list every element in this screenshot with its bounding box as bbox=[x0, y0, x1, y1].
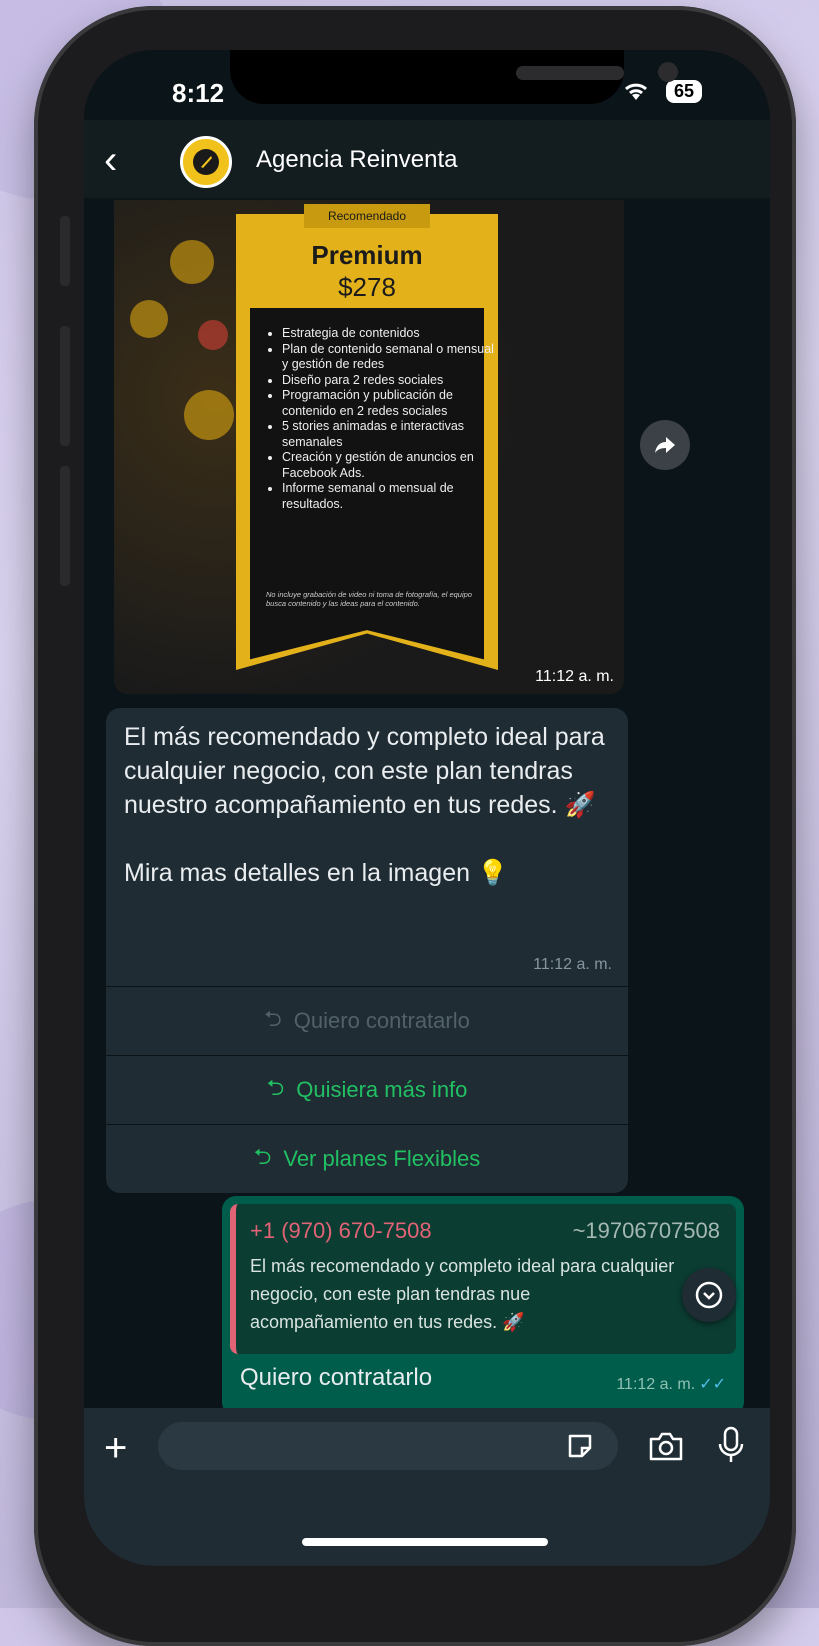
front-camera bbox=[658, 62, 678, 82]
feature-item: 5 stories animadas e interactivas semana… bbox=[282, 419, 498, 450]
message-input[interactable] bbox=[158, 1422, 618, 1470]
status-time: 8:12 bbox=[172, 78, 225, 108]
camera-icon[interactable] bbox=[648, 1430, 684, 1462]
chat-title[interactable]: Agencia Reinventa bbox=[256, 146, 457, 174]
message-text: Quiero contratarlo bbox=[240, 1364, 433, 1391]
microphone-icon[interactable] bbox=[718, 1426, 744, 1464]
message-time: 11:12 a. m. bbox=[535, 668, 614, 685]
wifi-icon bbox=[622, 80, 650, 108]
composer-bar: + bbox=[84, 1408, 770, 1566]
battery-indicator: 65 bbox=[666, 80, 703, 103]
quoted-number: ~19706707508 bbox=[572, 1218, 720, 1243]
reply-arrow-icon: ⮌ bbox=[266, 1075, 285, 1100]
quoted-text: El más recomendado y completo ideal para… bbox=[250, 1256, 675, 1332]
quoted-message[interactable]: +1 (970) 670-7508 ~19706707508 El más re… bbox=[230, 1204, 736, 1354]
home-indicator[interactable] bbox=[302, 1538, 548, 1546]
emoji-decoration bbox=[130, 300, 168, 338]
speaker-grille bbox=[516, 66, 624, 80]
scroll-to-bottom-button[interactable] bbox=[682, 1268, 736, 1322]
forward-arrow-icon bbox=[655, 437, 675, 453]
phone-notch bbox=[230, 50, 678, 104]
sticker-icon[interactable] bbox=[566, 1432, 594, 1460]
incoming-text-message[interactable]: El más recomendado y completo ideal para… bbox=[106, 708, 628, 986]
quoted-sender: +1 (970) 670-7508 bbox=[250, 1218, 432, 1243]
message-text: El más recomendado y completo ideal para… bbox=[124, 723, 605, 887]
back-arrow-icon[interactable]: ‹ bbox=[104, 140, 117, 180]
message-time: 11:12 a. m. ✓✓ bbox=[616, 1374, 726, 1394]
outgoing-message[interactable]: +1 (970) 670-7508 ~19706707508 El más re… bbox=[222, 1196, 744, 1416]
quick-reply-label: Quiero contratarlo bbox=[293, 1008, 470, 1033]
emoji-decoration bbox=[170, 240, 214, 284]
phone-side-button bbox=[60, 466, 70, 586]
reply-arrow-icon: ⮌ bbox=[253, 1144, 272, 1169]
phone-side-button bbox=[60, 326, 70, 446]
read-receipt-icon: ✓✓ bbox=[699, 1376, 726, 1393]
feature-item: Estrategia de contenidos bbox=[282, 326, 498, 342]
feature-item: Programación y publicación de contenido … bbox=[282, 388, 498, 419]
plan-features: Estrategia de contenidos Plan de conteni… bbox=[272, 326, 498, 512]
quick-reply-label: Quisiera más info bbox=[296, 1077, 468, 1102]
message-time: 11:12 a. m. bbox=[533, 956, 612, 973]
feature-item: Creación y gestión de anuncios en Facebo… bbox=[282, 450, 498, 481]
feature-item: Plan de contenido semanal o mensual y ge… bbox=[282, 342, 498, 373]
forward-button[interactable] bbox=[640, 420, 690, 470]
time-label: 11:12 a. m. bbox=[616, 1376, 696, 1393]
emoji-decoration bbox=[184, 390, 234, 440]
phone-side-button bbox=[60, 216, 70, 286]
emoji-decoration bbox=[198, 320, 228, 350]
chevron-down-icon bbox=[695, 1281, 723, 1309]
avatar[interactable] bbox=[180, 136, 232, 188]
plan-name: Premium bbox=[311, 240, 423, 270]
feature-item: Diseño para 2 redes sociales bbox=[282, 373, 498, 389]
quick-reply-label: Ver planes Flexibles bbox=[283, 1146, 481, 1171]
quick-reply-quisiera-mas-info[interactable]: ⮌ Quisiera más info bbox=[106, 1055, 628, 1124]
quick-reply-quiero-contratarlo[interactable]: ⮌ Quiero contratarlo bbox=[106, 986, 628, 1055]
chat-header: ‹ Agencia Reinventa bbox=[84, 120, 770, 198]
reply-arrow-icon: ⮌ bbox=[264, 1006, 282, 1031]
image-message[interactable]: Recomendado Premium $278 Estrategia de c… bbox=[114, 200, 624, 694]
recommended-badge: Recomendado bbox=[304, 204, 430, 228]
plan-disclaimer: No incluye grabación de video ni toma de… bbox=[266, 590, 472, 608]
phone-screen: 8:12 65 ‹ Agencia Reinventa Recomendado … bbox=[84, 50, 770, 1566]
quick-reply-ver-planes-flexibles[interactable]: ⮌ Ver planes Flexibles bbox=[106, 1124, 628, 1193]
plan-price: $278 bbox=[338, 272, 396, 302]
plus-icon[interactable]: + bbox=[104, 1428, 127, 1468]
rocket-logo-icon bbox=[193, 149, 219, 175]
feature-item: Informe semanal o mensual de resultados. bbox=[282, 481, 498, 512]
